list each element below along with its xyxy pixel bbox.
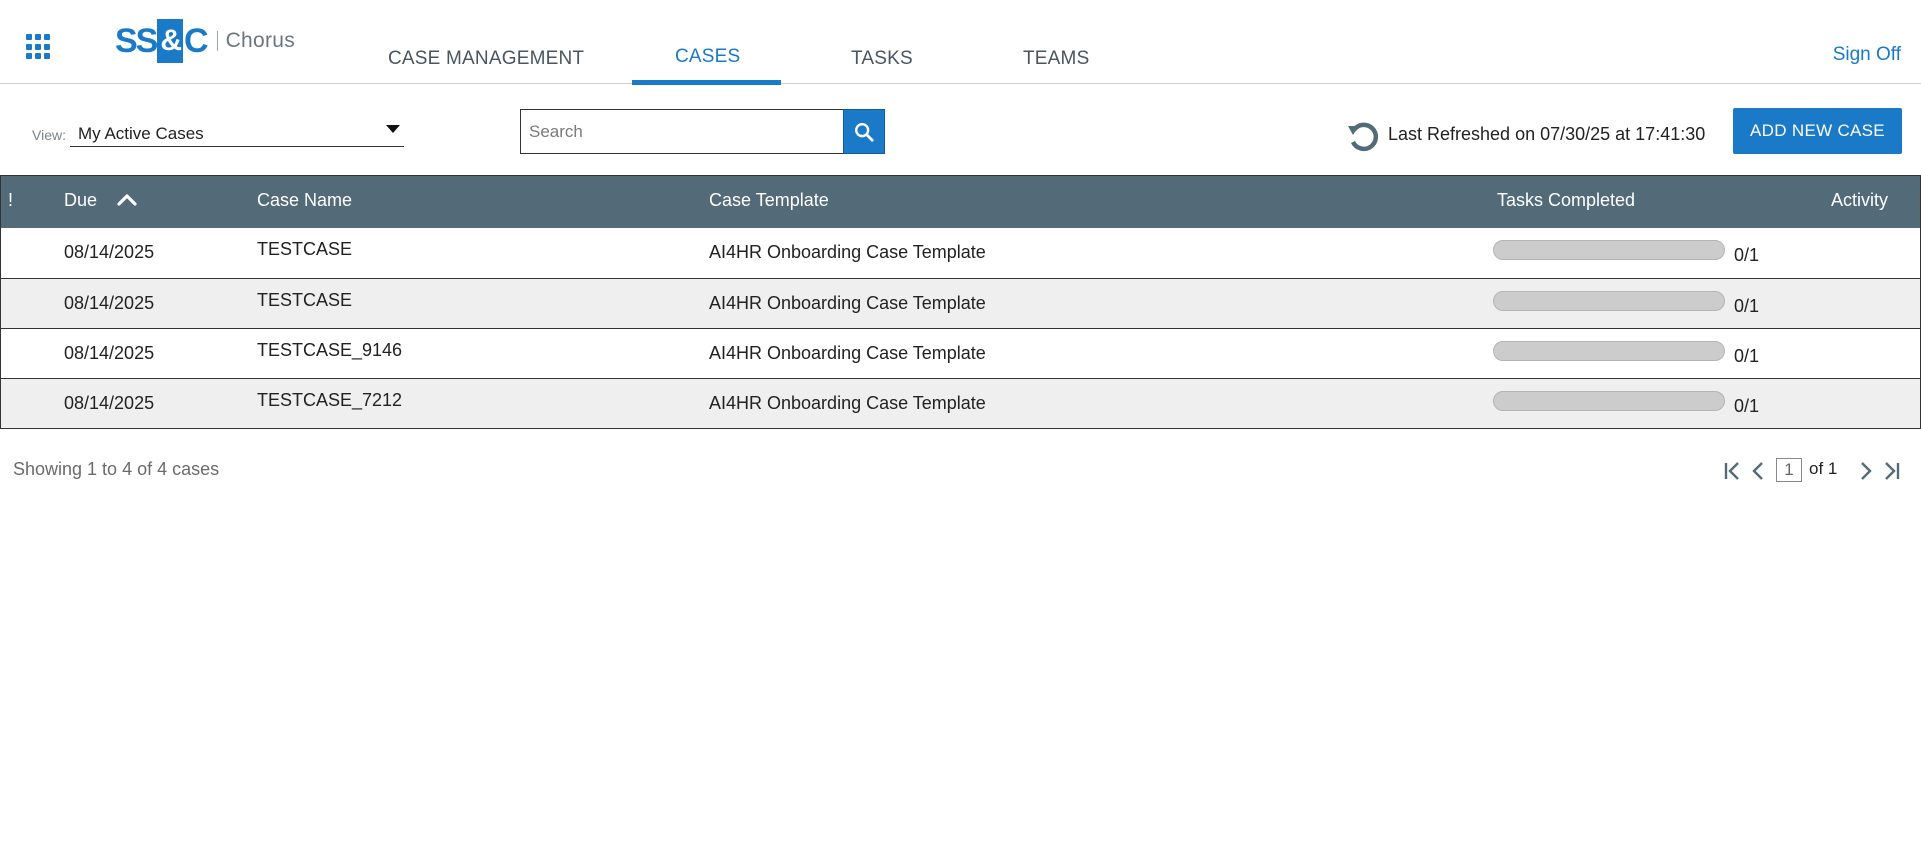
search-button[interactable] bbox=[843, 109, 885, 154]
tab-case-management[interactable]: CASE MANAGEMENT bbox=[388, 48, 584, 70]
table-body: 08/14/2025 TESTCASE AI4HR Onboarding Cas… bbox=[1, 228, 1920, 428]
table-row[interactable]: 08/14/2025 TESTCASE_9146 AI4HR Onboardin… bbox=[1, 328, 1920, 378]
tasks-progress-bar bbox=[1493, 391, 1725, 411]
search-field[interactable] bbox=[520, 109, 844, 154]
due-date-cell: 08/14/2025 bbox=[64, 343, 155, 363]
due-date-cell: 08/14/2025 bbox=[64, 293, 155, 313]
due-date-cell: 08/14/2025 bbox=[64, 242, 155, 262]
first-page-icon[interactable] bbox=[1722, 459, 1744, 483]
table-row[interactable]: 08/14/2025 TESTCASE AI4HR Onboarding Cas… bbox=[1, 278, 1920, 328]
column-header-tasks-completed[interactable]: Tasks Completed bbox=[1497, 190, 1635, 211]
tab-tasks[interactable]: TASKS bbox=[851, 48, 913, 70]
refresh-icon[interactable] bbox=[1345, 118, 1381, 154]
column-header-case-template[interactable]: Case Template bbox=[709, 190, 829, 211]
search-icon bbox=[855, 122, 874, 142]
results-summary: Showing 1 to 4 of 4 cases bbox=[13, 459, 220, 479]
case-template-cell: AI4HR Onboarding Case Template bbox=[709, 393, 986, 413]
tab-teams[interactable]: TEAMS bbox=[1023, 48, 1089, 70]
case-name-cell[interactable]: TESTCASE bbox=[257, 239, 352, 260]
ssc-logo-mark: SS & C bbox=[115, 19, 209, 63]
column-header-priority[interactable]: ! bbox=[8, 190, 13, 211]
page-count-text: of 1 bbox=[1809, 459, 1838, 478]
column-header-case-name[interactable]: Case Name bbox=[257, 190, 352, 211]
column-header-activity[interactable]: Activity bbox=[1831, 190, 1888, 211]
cases-table: ! Due Case Name Case Template Tasks Comp… bbox=[0, 175, 1921, 429]
tasks-completed-count: 0/1 bbox=[1734, 296, 1760, 316]
table-row[interactable]: 08/14/2025 TESTCASE AI4HR Onboarding Cas… bbox=[1, 228, 1920, 278]
ssc-chorus-logo: SS & C Chorus bbox=[115, 18, 295, 64]
view-label: View: bbox=[32, 127, 66, 143]
case-name-cell[interactable]: TESTCASE_7212 bbox=[257, 390, 402, 411]
column-header-due[interactable]: Due bbox=[64, 190, 97, 211]
last-refreshed-text: Last Refreshed on 07/30/25 at 17:41:30 bbox=[1388, 124, 1706, 144]
sign-off-link[interactable]: Sign Off bbox=[1833, 44, 1901, 66]
tasks-completed-count: 0/1 bbox=[1734, 245, 1760, 265]
case-template-cell: AI4HR Onboarding Case Template bbox=[709, 242, 986, 262]
tasks-completed-count: 0/1 bbox=[1734, 396, 1760, 416]
tasks-progress-bar bbox=[1493, 291, 1725, 311]
table-row[interactable]: 08/14/2025 TESTCASE_7212 AI4HR Onboardin… bbox=[1, 378, 1920, 428]
tab-cases[interactable]: CASES bbox=[675, 46, 740, 68]
logo-divider bbox=[216, 31, 218, 51]
caret-down-icon bbox=[386, 125, 400, 133]
page-number-input[interactable]: 1 bbox=[1776, 458, 1802, 482]
logo-mark-amp: & bbox=[157, 19, 184, 63]
add-new-case-button[interactable]: ADD NEW CASE bbox=[1733, 108, 1902, 154]
case-template-cell: AI4HR Onboarding Case Template bbox=[709, 343, 986, 363]
tasks-completed-count: 0/1 bbox=[1734, 346, 1760, 366]
top-header: SS & C Chorus CASE MANAGEMENT CASES TASKS … bbox=[0, 0, 1921, 85]
previous-page-icon[interactable] bbox=[1748, 459, 1770, 483]
search-input[interactable] bbox=[521, 110, 843, 153]
app-launcher-grid-icon[interactable] bbox=[26, 34, 52, 60]
next-page-icon[interactable] bbox=[1854, 459, 1876, 483]
logo-product-name: Chorus bbox=[225, 29, 296, 52]
logo-mark-left: SS bbox=[115, 21, 158, 60]
sort-ascending-icon[interactable] bbox=[116, 189, 138, 211]
tasks-progress-bar bbox=[1493, 341, 1725, 361]
case-template-cell: AI4HR Onboarding Case Template bbox=[709, 293, 986, 313]
active-tab-indicator bbox=[632, 80, 781, 85]
last-page-icon[interactable] bbox=[1880, 459, 1902, 483]
case-name-cell[interactable]: TESTCASE bbox=[257, 290, 352, 311]
logo-mark-right: C bbox=[184, 21, 209, 60]
view-dropdown-value: My Active Cases bbox=[78, 124, 204, 143]
table-header-row: ! Due Case Name Case Template Tasks Comp… bbox=[1, 176, 1920, 228]
view-dropdown[interactable]: My Active Cases bbox=[70, 120, 404, 147]
tasks-progress-bar bbox=[1493, 240, 1725, 260]
case-name-cell[interactable]: TESTCASE_9146 bbox=[257, 340, 402, 361]
due-date-cell: 08/14/2025 bbox=[64, 393, 155, 413]
